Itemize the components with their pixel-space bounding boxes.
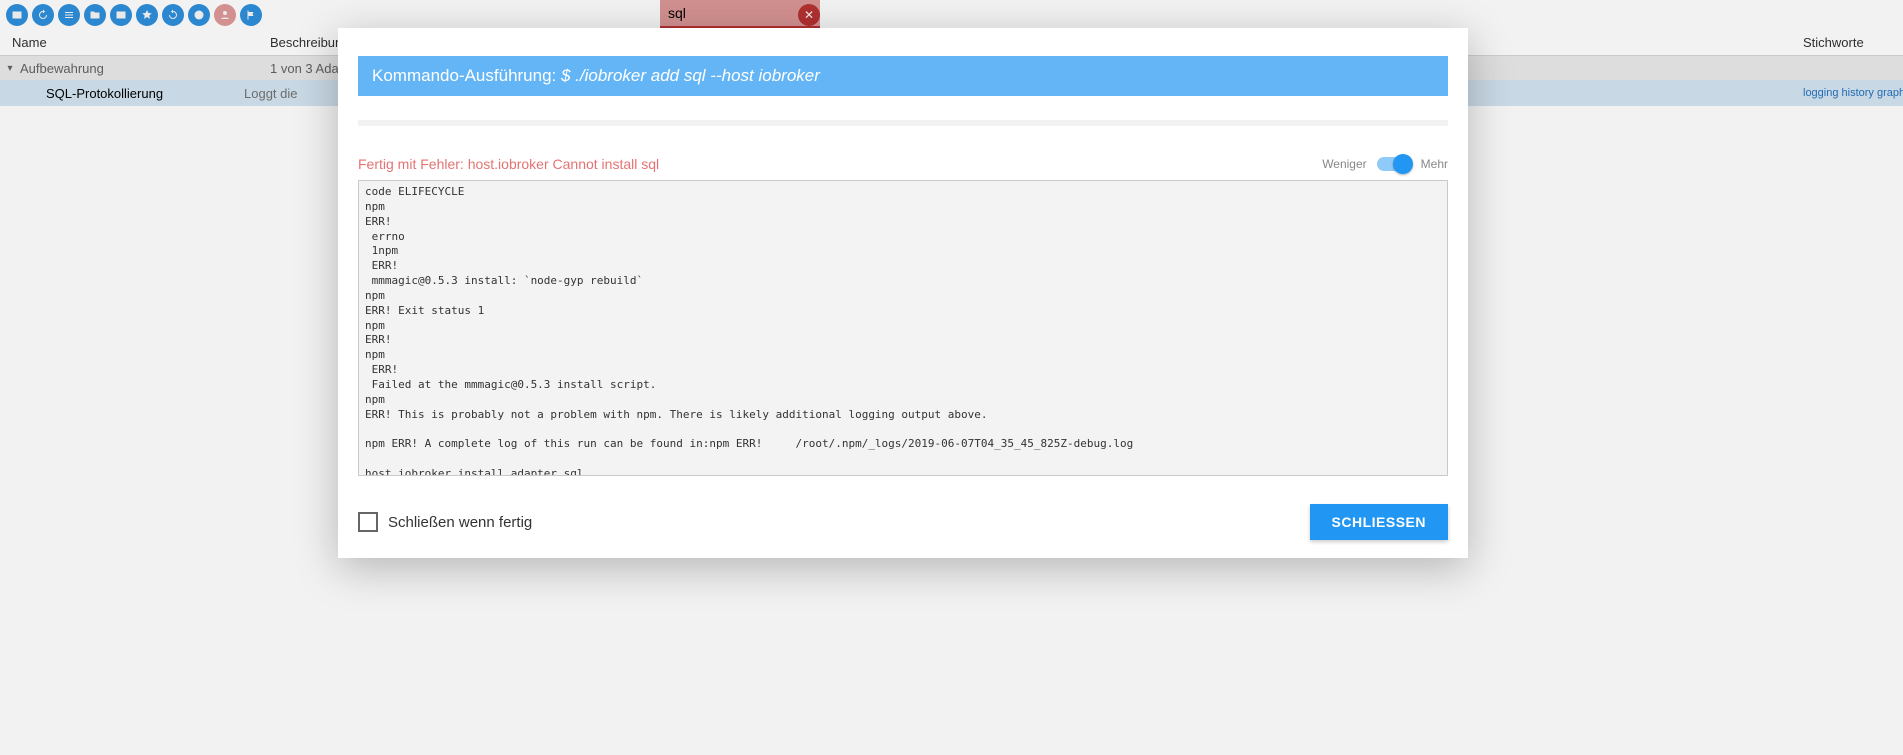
detail-switch[interactable]	[1377, 157, 1411, 171]
close-when-done-label: Schließen wenn fertig	[388, 514, 532, 531]
toggle-less-label: Weniger	[1322, 157, 1366, 171]
close-button[interactable]: SCHLIESSEN	[1310, 504, 1448, 540]
toggle-more-label: Mehr	[1421, 157, 1448, 171]
command-dialog: Kommando-Ausführung: $ ./iobroker add sq…	[338, 28, 1468, 558]
log-output[interactable]: code ELIFECYCLE npm ERR! errno 1npm ERR!…	[358, 180, 1448, 476]
command-label: Kommando-Ausführung:	[372, 66, 561, 85]
status-row: Fertig mit Fehler: host.iobroker Cannot …	[358, 156, 1448, 172]
command-banner: Kommando-Ausführung: $ ./iobroker add sq…	[358, 56, 1448, 96]
status-error: Fertig mit Fehler: host.iobroker Cannot …	[358, 156, 1322, 172]
command-text: $ ./iobroker add sql --host iobroker	[561, 66, 820, 85]
dialog-footer: Schließen wenn fertig SCHLIESSEN	[358, 504, 1448, 540]
log-detail-toggle: Weniger Mehr	[1322, 157, 1448, 171]
close-when-done-checkbox[interactable]	[358, 512, 378, 532]
progress-bar	[358, 120, 1448, 126]
